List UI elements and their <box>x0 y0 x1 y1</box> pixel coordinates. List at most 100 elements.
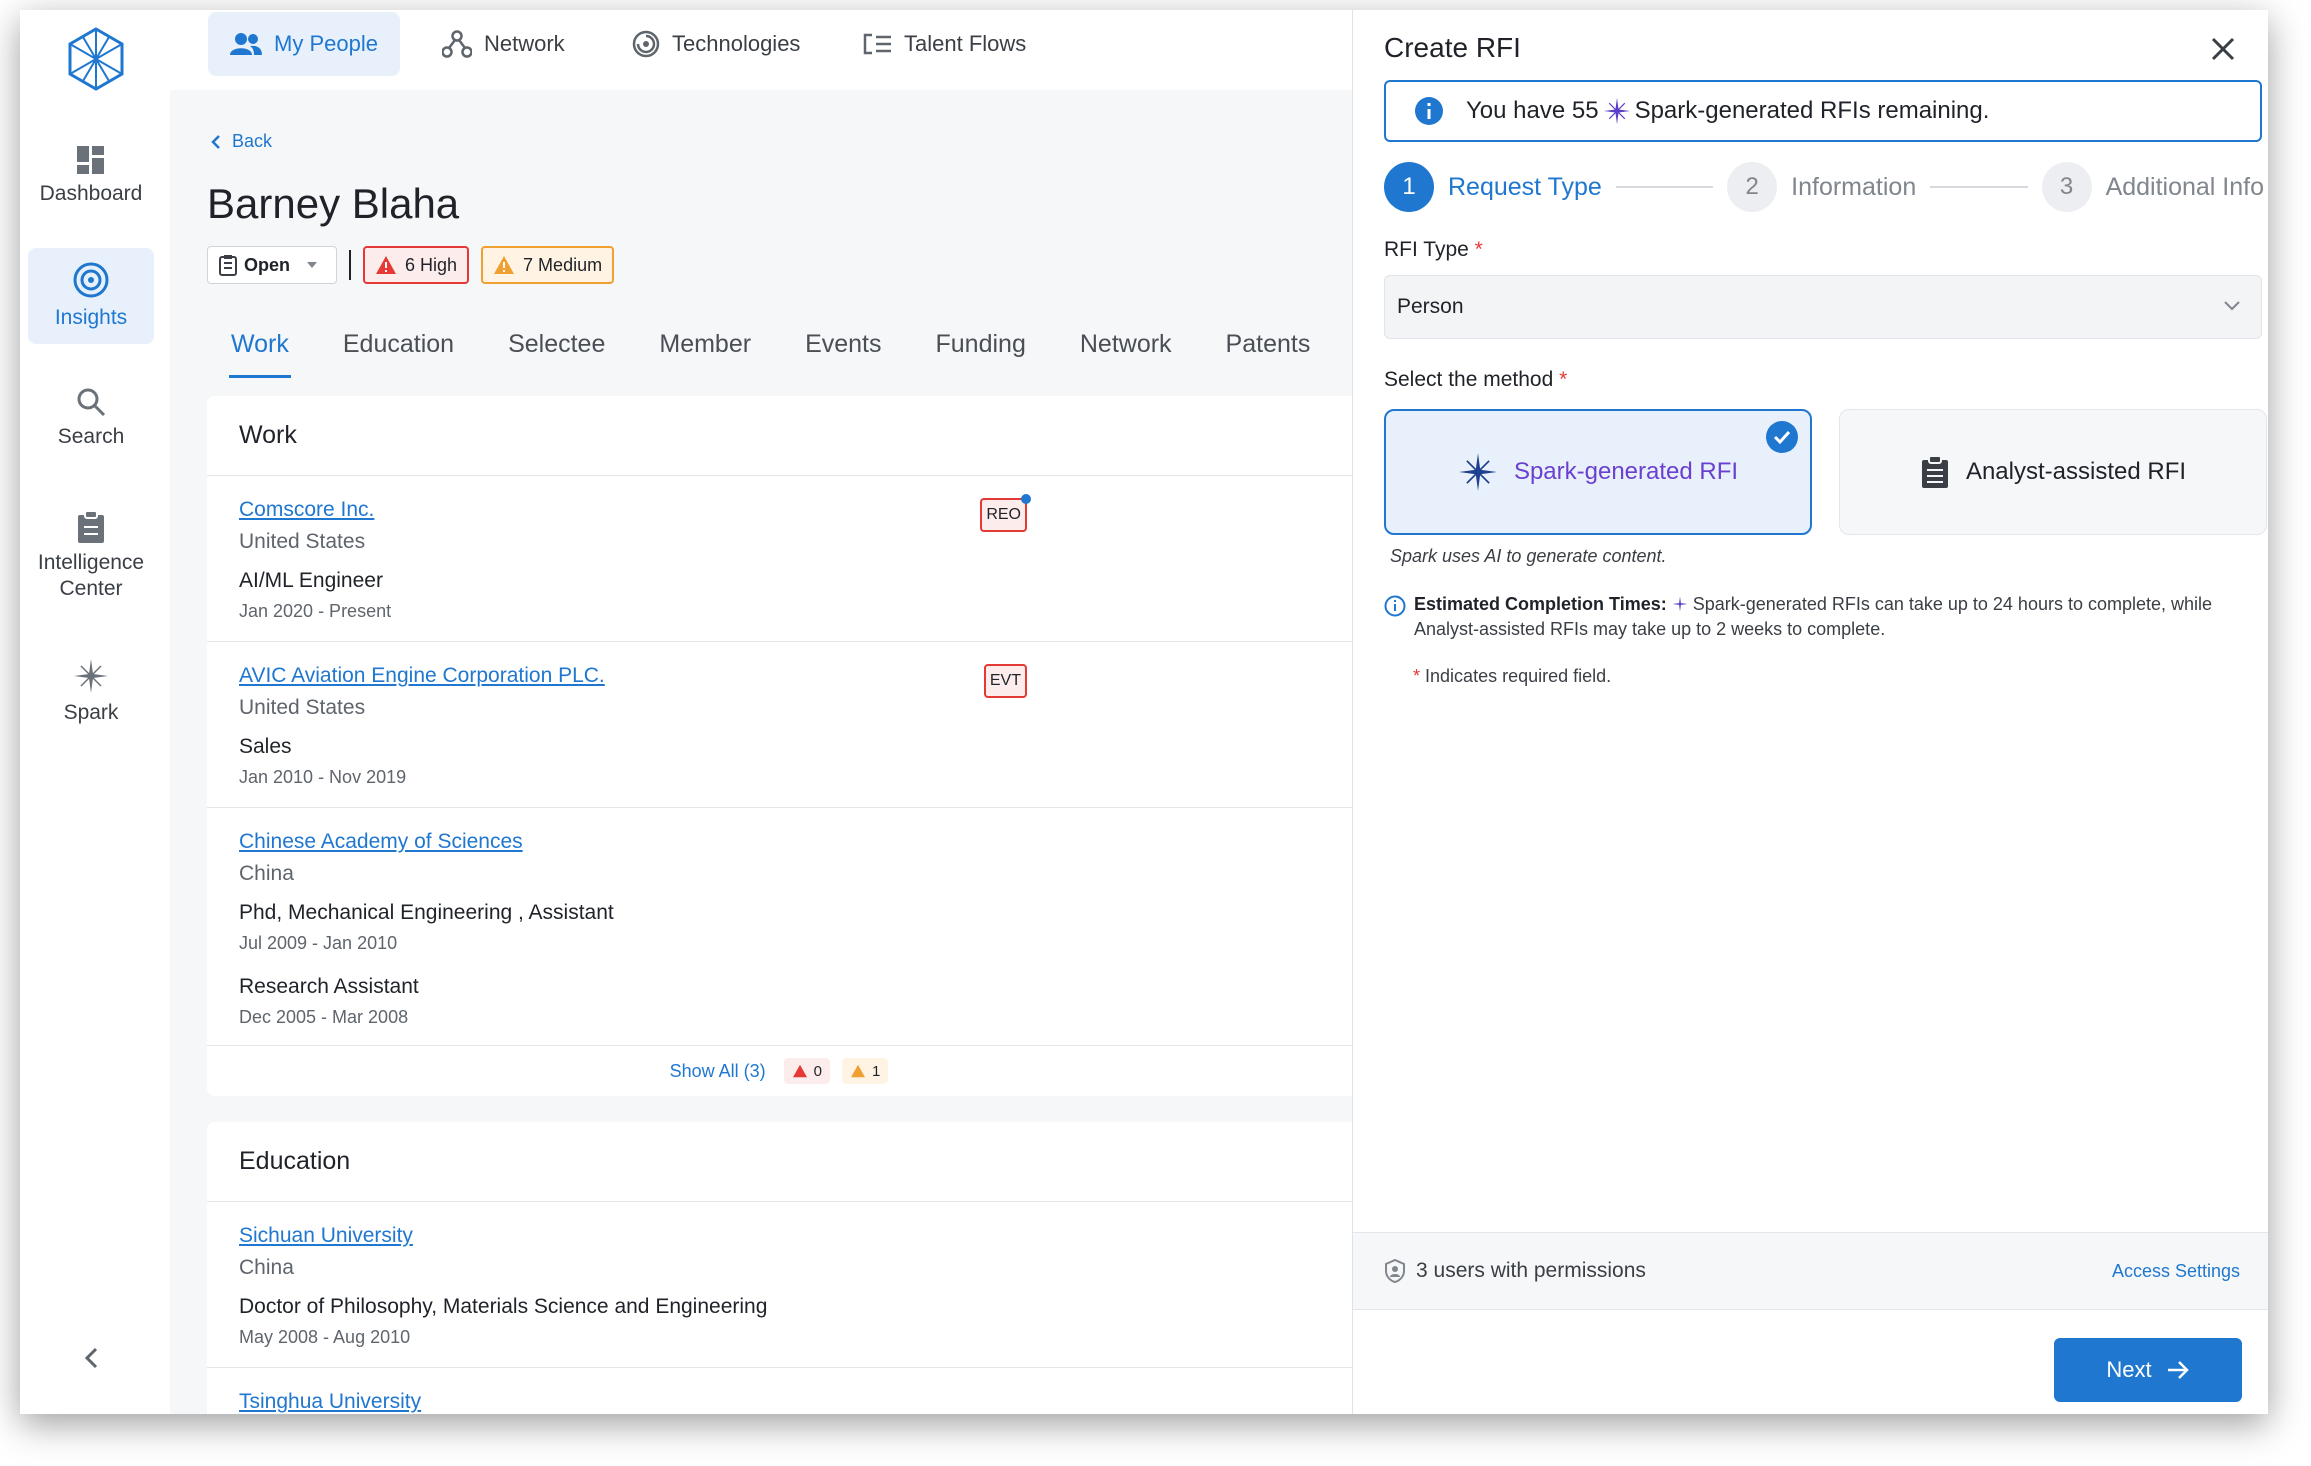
spark-option-label: Spark-generated RFI <box>1513 458 1739 485</box>
reo-tag[interactable]: REO <box>980 494 1031 532</box>
method-help-text: Spark uses AI to generate content. <box>1390 546 1667 566</box>
analyst-assisted-rfi-option[interactable]: Analyst-assisted RFI <box>1839 409 2267 535</box>
divider <box>349 250 352 280</box>
role-text: Research Assistant <box>239 975 419 998</box>
country-text: China <box>239 1256 294 1279</box>
app-window: Dashboard Insights Search Intelligence C… <box>20 10 2268 1414</box>
permissions-bar: 3 users with permissions Access Settings <box>1353 1232 2268 1310</box>
tab-education[interactable]: Education <box>341 330 456 378</box>
nav-tab-technologies[interactable]: Technologies <box>610 12 822 76</box>
rail-item-search[interactable]: Search <box>28 370 154 466</box>
method-label-text: Select the method <box>1384 368 1554 391</box>
spark-icon <box>74 659 108 693</box>
role-text: Doctor of Philosophy, Materials Science … <box>239 1295 768 1318</box>
high-risk-badge[interactable]: 6 High <box>363 246 470 284</box>
caret-down-icon <box>307 262 318 268</box>
step-information[interactable]: 2 Information <box>1727 162 1916 212</box>
rail-item-dashboard[interactable]: Dashboard <box>28 128 154 224</box>
spark-icon <box>1459 453 1497 491</box>
step-request-type[interactable]: 1 Request Type <box>1384 162 1602 212</box>
role-text: Phd, Mechanical Engineering , Assistant <box>239 901 614 924</box>
nav-tab-my-people[interactable]: My People <box>208 12 400 76</box>
step-number: 2 <box>1727 162 1778 212</box>
country-text: United States <box>239 530 366 553</box>
education-card: Education Sichuan University China Docto… <box>207 1122 1357 1414</box>
show-all-link[interactable]: Show All (3) <box>670 1061 766 1082</box>
org-link[interactable]: AVIC Aviation Engine Corporation PLC. <box>239 664 1325 696</box>
country-text: China <box>239 862 294 885</box>
spark-icon <box>1672 596 1688 612</box>
tab-member[interactable]: Member <box>657 330 753 378</box>
back-link[interactable]: Back <box>210 131 272 152</box>
required-note-text: Indicates required field. <box>1425 666 1612 686</box>
rail-item-intelligence-center[interactable]: Intelligence Center <box>28 500 154 612</box>
status-row: Open 6 High 7 Medium <box>207 246 626 284</box>
est-title: Estimated Completion Times: <box>1414 594 1667 614</box>
role-text: AI/ML Engineer <box>239 569 383 592</box>
banner-suffix: Spark-generated RFIs remaining. <box>1634 97 1990 124</box>
nav-tab-label: My People <box>274 31 378 56</box>
role-text: Sales <box>239 735 292 758</box>
nav-tab-label: Talent Flows <box>904 31 1027 56</box>
rail-label: Spark <box>63 701 119 724</box>
org-link[interactable]: Tsinghua University <box>239 1390 1325 1414</box>
nav-tab-label: Technologies <box>672 31 801 56</box>
info-outline-icon <box>1384 595 1406 617</box>
search-icon <box>77 388 106 417</box>
network-icon <box>442 30 472 58</box>
nav-tab-talent-flows[interactable]: Talent Flows <box>840 12 1048 76</box>
tab-selectee[interactable]: Selectee <box>506 330 607 378</box>
status-dropdown[interactable]: Open <box>207 246 338 284</box>
evt-tag[interactable]: EVT <box>983 664 1027 698</box>
work-entry: Chinese Academy of Sciences China Phd, M… <box>207 808 1357 1046</box>
rail-label: Intelligence Center <box>37 551 145 600</box>
rfi-type-label-text: RFI Type <box>1384 238 1469 261</box>
step-number: 3 <box>2041 162 2092 212</box>
org-link[interactable]: Chinese Academy of Sciences <box>239 830 1325 862</box>
tab-network[interactable]: Network <box>1078 330 1174 378</box>
back-label: Back <box>232 131 273 151</box>
spark-generated-rfi-option[interactable]: Spark-generated RFI <box>1384 409 1812 535</box>
medium-risk-label: 7 Medium <box>523 254 603 275</box>
rail-item-spark[interactable]: Spark <box>28 644 154 740</box>
chevron-down-icon <box>2224 301 2240 311</box>
dates-text: Jan 2020 - Present <box>239 601 392 621</box>
nav-tab-network[interactable]: Network <box>420 12 587 76</box>
dates-text: Dec 2005 - Mar 2008 <box>239 1007 409 1027</box>
tab-events[interactable]: Events <box>803 330 883 378</box>
rfi-type-value: Person <box>1397 295 1464 318</box>
next-button[interactable]: Next <box>2054 1338 2242 1402</box>
education-entry: Sichuan University China Doctor of Philo… <box>207 1202 1357 1368</box>
estimated-completion-note: Estimated Completion Times: Spark-genera… <box>1384 592 2264 642</box>
access-settings-link[interactable]: Access Settings <box>2112 1261 2240 1282</box>
target-icon <box>73 262 109 298</box>
medium-risk-badge[interactable]: 7 Medium <box>481 246 615 284</box>
org-link[interactable]: Comscore Inc. <box>239 498 1325 530</box>
step-additional-info[interactable]: 3 Additional Info <box>2041 162 2264 212</box>
dates-text: Jan 2010 - Nov 2019 <box>239 767 407 787</box>
tab-funding[interactable]: Funding <box>934 330 1028 378</box>
talent-flows-icon <box>863 33 891 55</box>
required-mark: * <box>1474 238 1483 261</box>
org-link[interactable]: Sichuan University <box>239 1224 1325 1256</box>
collapse-chevron-icon[interactable] <box>82 1346 102 1370</box>
rail-item-insights[interactable]: Insights <box>28 248 154 344</box>
tab-patents[interactable]: Patents <box>1224 330 1313 378</box>
high-risk-label: 6 High <box>405 254 458 275</box>
rail-label: Dashboard <box>39 182 143 205</box>
close-icon[interactable] <box>2208 34 2238 64</box>
step-connector <box>1615 186 1714 188</box>
work-entry: Comscore Inc. United States AI/ML Engine… <box>207 476 1357 642</box>
alert-triangle-icon <box>376 256 397 274</box>
banner-prefix: You have 55 <box>1466 97 1599 124</box>
tab-work[interactable]: Work <box>229 330 291 378</box>
rfi-type-select[interactable]: Person <box>1384 275 2262 339</box>
rail-label: Search <box>57 425 125 448</box>
warning-triangle-icon <box>851 1064 866 1078</box>
left-rail: Dashboard Insights Search Intelligence C… <box>20 10 170 1414</box>
app-logo-icon[interactable] <box>62 25 130 93</box>
person-name: Barney Blaha <box>207 180 460 227</box>
info-icon <box>1415 97 1443 125</box>
country-text: United States <box>239 696 366 719</box>
work-card: Work Comscore Inc. United States AI/ML E… <box>207 396 1357 1096</box>
